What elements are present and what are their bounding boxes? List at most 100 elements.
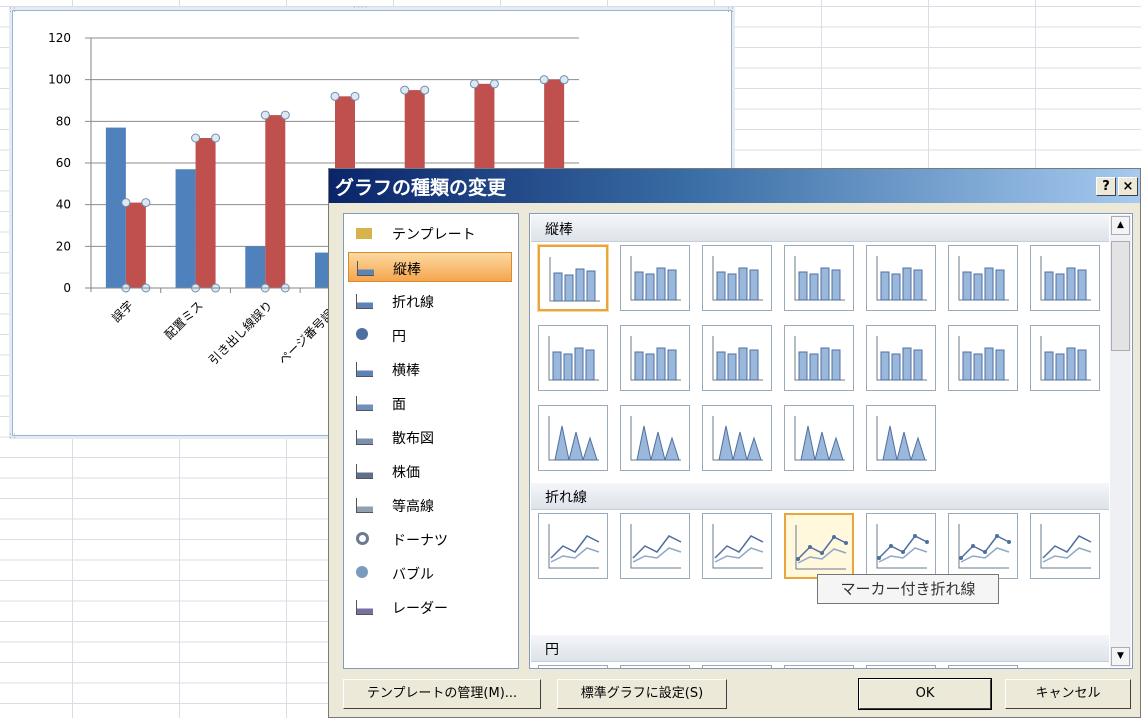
col3d-subtype-thumbnail[interactable] [948, 325, 1018, 391]
line-subtype-thumbnail[interactable] [948, 513, 1018, 579]
thumb-bar [831, 349, 841, 381]
col3d-subtype-thumbnail[interactable] [1030, 325, 1100, 391]
line-subtype-thumbnail[interactable] [538, 513, 608, 579]
line-subtype-thumbnail[interactable] [1030, 513, 1100, 579]
chart-type-surface-chart[interactable]: 等高線 [348, 490, 512, 520]
cone-subtype-thumbnail[interactable] [866, 405, 936, 471]
dialog-titlebar[interactable]: グラフの種類の変更 ? × [329, 169, 1140, 203]
thumb-bar [563, 353, 573, 381]
thumb-marker [983, 550, 987, 554]
cone-subtype-thumbnail[interactable] [784, 405, 854, 471]
thumb-cone [568, 431, 584, 461]
line-subtype-icon [958, 524, 1011, 569]
thumb-marker [832, 535, 836, 539]
line-subtype-thumbnail[interactable] [866, 513, 936, 579]
chart-type-area-chart[interactable]: 面 [348, 388, 512, 418]
chart-type-label: 折れ線 [392, 295, 434, 311]
thumb-line [797, 536, 847, 560]
chart-type-column-chart[interactable]: 縦棒 [348, 252, 512, 282]
gallery-scrollbar[interactable]: ▲ ▼ [1110, 215, 1131, 667]
chart-type-bar-chart[interactable]: 横棒 [348, 354, 512, 384]
line-subtype-thumbnail[interactable] [784, 513, 854, 579]
col-subtype-icon [712, 256, 763, 301]
chart-type-scatter-chart[interactable]: 散布図 [348, 422, 512, 452]
thumb-bar [809, 273, 819, 301]
thumb-axis [712, 524, 763, 569]
chart-type-doughnut-chart[interactable]: ドーナツ [348, 524, 512, 554]
pie-subtype-thumbnail[interactable] [538, 665, 608, 668]
chart-type-line-chart[interactable]: 折れ線 [348, 286, 512, 316]
thumb-cone [732, 431, 748, 461]
selection-handle [420, 85, 430, 95]
thumb-cone [650, 431, 666, 461]
col-subtype-thumbnail[interactable] [866, 245, 936, 311]
thumb-bar [645, 353, 655, 381]
col-subtype-thumbnail[interactable] [948, 245, 1018, 311]
thumb-bar [831, 269, 841, 301]
col-subtype-thumbnail[interactable] [1030, 245, 1100, 311]
chart-type-radar-chart[interactable]: レーダー [348, 592, 512, 622]
selection-handle [489, 79, 499, 89]
col3d-subtype-thumbnail[interactable] [620, 325, 690, 391]
cone-subtype-thumbnail[interactable] [620, 405, 690, 471]
thumb-bar [553, 272, 563, 302]
cone-subtype-icon [630, 416, 681, 461]
col-subtype-thumbnail[interactable] [538, 245, 608, 311]
thumb-bar [973, 273, 983, 301]
close-button[interactable]: × [1118, 177, 1138, 196]
pie-subtype-thumbnail[interactable] [702, 665, 772, 668]
scroll-down-icon[interactable]: ▼ [1111, 647, 1130, 666]
thumb-marker [959, 556, 963, 560]
set-default-chart-button[interactable]: 標準グラフに設定(S) [557, 679, 727, 709]
thumb-cone [636, 425, 652, 461]
thumb-marker [995, 534, 999, 538]
x-category-label: 誤字 [108, 298, 136, 326]
manage-templates-button[interactable]: テンプレートの管理(M)... [343, 679, 541, 709]
col-subtype-icon [958, 256, 1009, 301]
pie-subtype-thumbnail[interactable] [948, 665, 1018, 668]
stock-chart-icon [356, 464, 373, 479]
cancel-button[interactable]: キャンセル [1005, 679, 1131, 709]
pie-subtype-thumbnail[interactable] [620, 665, 690, 668]
chart-type-pie-chart[interactable]: 円 [348, 320, 512, 350]
selection-handle [330, 91, 340, 101]
thumb-axis [1040, 524, 1091, 569]
col3d-subtype-thumbnail[interactable] [784, 325, 854, 391]
col3d-subtype-thumbnail[interactable] [702, 325, 772, 391]
selection-handle [400, 85, 410, 95]
col3d-subtype-thumbnail[interactable] [538, 325, 608, 391]
y-tick-label: 80 [56, 114, 71, 128]
thumb-cone [814, 431, 830, 461]
pie-subtype-thumbnail[interactable] [784, 665, 854, 668]
col-subtype-thumbnail[interactable] [784, 245, 854, 311]
chart-type-bubble-chart[interactable]: バブル [348, 558, 512, 588]
thumb-cone [554, 425, 570, 461]
col-subtype-thumbnail[interactable] [702, 245, 772, 311]
col3d-subtype-thumbnail[interactable] [866, 325, 936, 391]
y-tick-label: 40 [56, 198, 71, 212]
pie-subtype-thumbnail[interactable] [866, 665, 936, 668]
thumb-bar [1044, 271, 1054, 301]
thumb-bar [1077, 349, 1087, 381]
chart-type-folder[interactable]: テンプレート [348, 218, 512, 248]
chart-type-label: 面 [392, 397, 406, 413]
bar-series-1 [175, 169, 196, 288]
thumb-line [714, 535, 764, 559]
cone-subtype-thumbnail[interactable] [538, 405, 608, 471]
thumb-bar [645, 273, 655, 301]
ok-button[interactable]: OK [858, 678, 992, 710]
scroll-up-icon[interactable]: ▲ [1111, 216, 1130, 235]
scroll-thumb[interactable] [1111, 241, 1130, 351]
thumb-bar [809, 353, 819, 381]
line-subtype-thumbnail[interactable] [702, 513, 772, 579]
selection-handle [141, 198, 151, 208]
y-tick-label: 60 [56, 156, 71, 170]
col-subtype-thumbnail[interactable] [620, 245, 690, 311]
chart-type-label: ドーナツ [392, 533, 448, 549]
help-button[interactable]: ? [1096, 177, 1116, 196]
cone-subtype-icon [794, 416, 845, 461]
cone-subtype-thumbnail[interactable] [702, 405, 772, 471]
line-subtype-thumbnail[interactable] [620, 513, 690, 579]
chart-type-stock-chart[interactable]: 株価 [348, 456, 512, 486]
line-subtype-icon [1040, 524, 1092, 569]
